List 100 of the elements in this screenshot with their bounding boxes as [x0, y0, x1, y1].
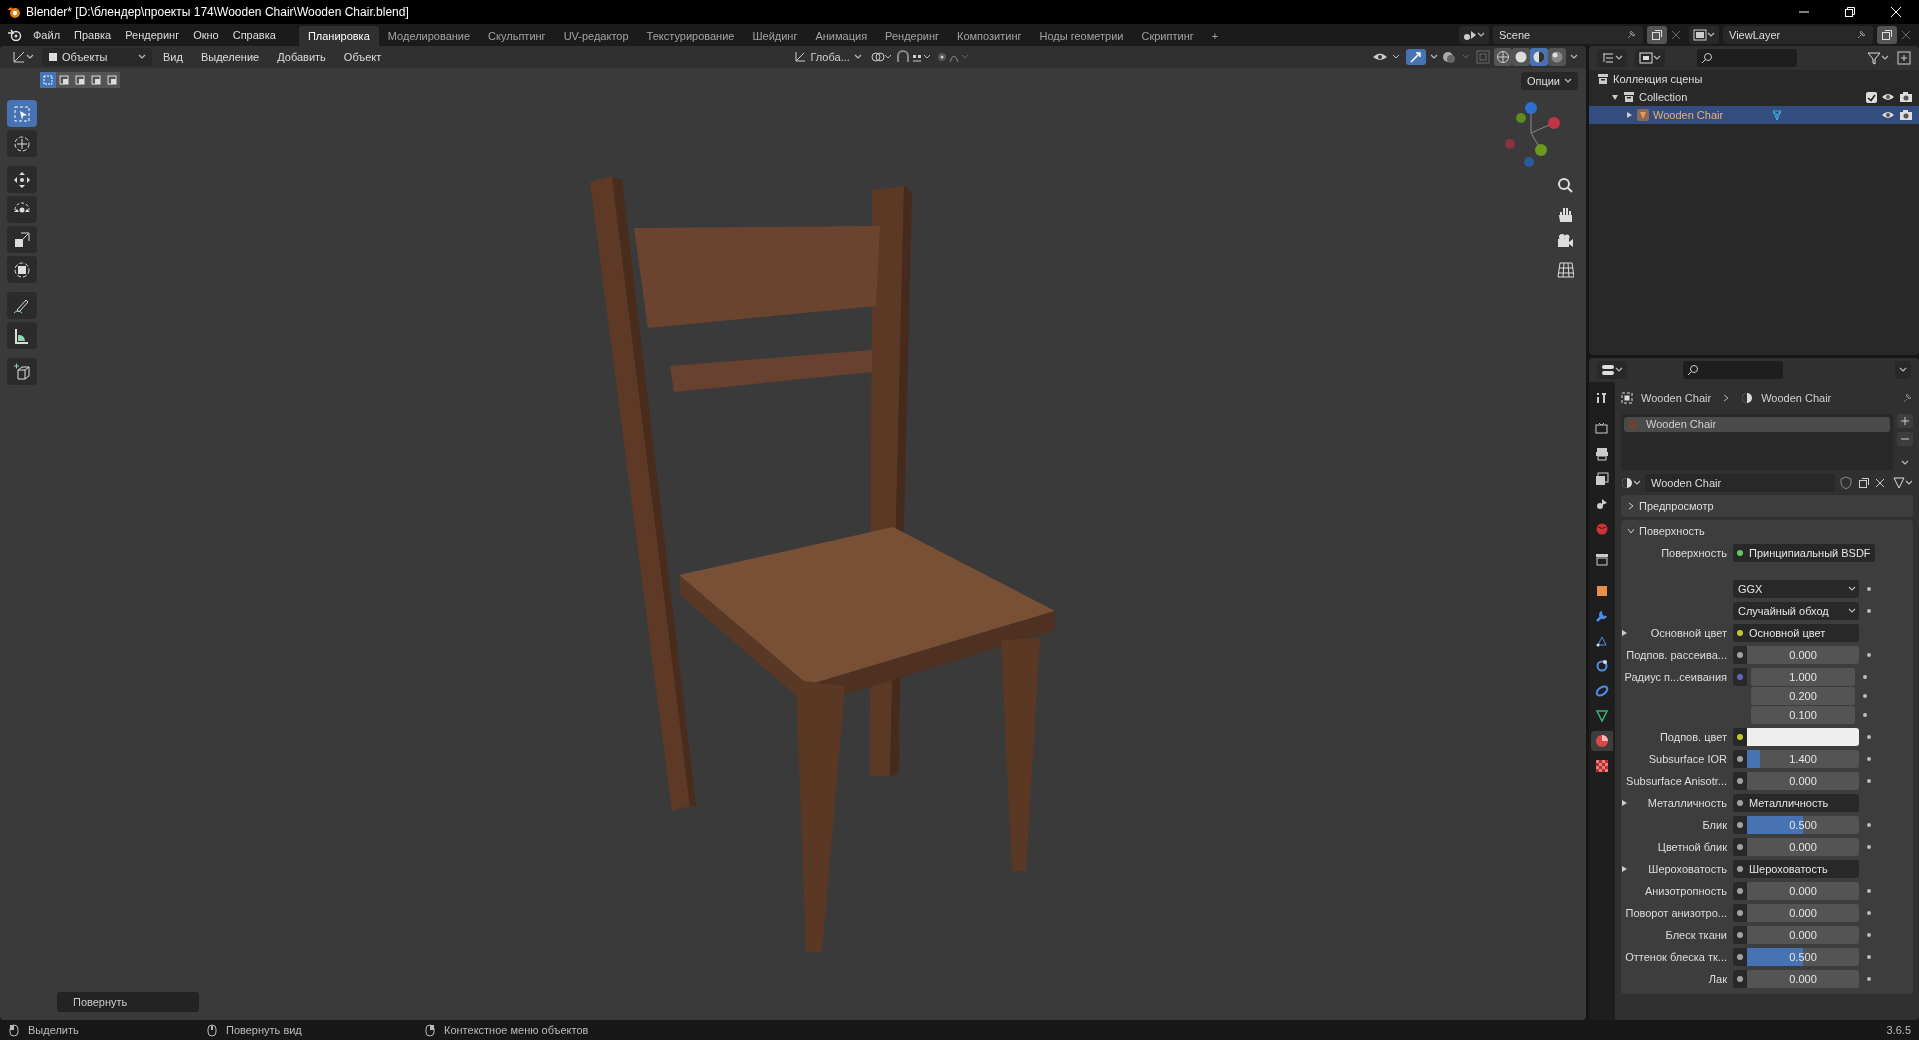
- tree-view-button[interactable]: [1597, 49, 1627, 67]
- menu-item[interactable]: Объект: [336, 48, 389, 66]
- scene-selector[interactable]: [1459, 26, 1489, 44]
- shading-button[interactable]: [1548, 48, 1566, 66]
- select-mode-button[interactable]: [56, 72, 72, 88]
- workspace-tab[interactable]: Скульптинг: [479, 26, 555, 46]
- keyframe-dot[interactable]: [1867, 587, 1871, 591]
- new-button[interactable]: [1877, 26, 1897, 44]
- options-button[interactable]: [1895, 361, 1911, 379]
- number-field[interactable]: 0.000: [1747, 646, 1859, 664]
- workspace-tab[interactable]: Шейдинг: [743, 26, 807, 46]
- material-browse-button[interactable]: [1621, 477, 1641, 489]
- socket-dot[interactable]: [1737, 910, 1743, 916]
- tool-button[interactable]: [7, 256, 37, 283]
- tool-button[interactable]: [7, 358, 37, 385]
- menu-item[interactable]: Файл: [26, 24, 68, 46]
- color-swatch[interactable]: [1747, 728, 1859, 746]
- socket-dot[interactable]: [1737, 888, 1743, 894]
- snap-icon[interactable]: [895, 50, 932, 64]
- shading-button[interactable]: [1494, 48, 1512, 66]
- socket-dot[interactable]: [1737, 630, 1743, 636]
- remove-button[interactable]: [1897, 432, 1913, 446]
- expand-arrow-icon[interactable]: [1611, 93, 1619, 101]
- tool-button[interactable]: [7, 226, 37, 253]
- tool-button[interactable]: [7, 196, 37, 223]
- number-field[interactable]: 0.500: [1747, 948, 1859, 966]
- number-field[interactable]: 0.000: [1747, 970, 1859, 988]
- copy-icon[interactable]: [1857, 476, 1871, 490]
- menu-item[interactable]: Справка: [225, 24, 283, 46]
- workspace-tab[interactable]: Текстурирование: [637, 26, 744, 46]
- keyframe-dot[interactable]: [1867, 653, 1871, 657]
- socket-dot[interactable]: [1737, 756, 1743, 762]
- socket-dot[interactable]: [1737, 866, 1743, 872]
- menu-item[interactable]: Рендеринг: [118, 24, 187, 46]
- dropdown[interactable]: GGX: [1733, 580, 1859, 598]
- view-layer-field[interactable]: ViewLayer: [1723, 26, 1873, 44]
- select-mode-button[interactable]: [104, 72, 120, 88]
- workspace-tab[interactable]: Планировка: [298, 26, 379, 46]
- socket-dot[interactable]: [1737, 932, 1743, 938]
- properties-tab[interactable]: [1591, 731, 1613, 751]
- number-field[interactable]: 0.200: [1751, 687, 1855, 705]
- socket-dot[interactable]: [1737, 778, 1743, 784]
- link-dropdown[interactable]: [1893, 477, 1913, 489]
- pin-icon[interactable]: [1901, 392, 1913, 404]
- keyframe-dot[interactable]: [1867, 977, 1871, 981]
- menu-item[interactable]: Правка: [67, 24, 119, 46]
- menu-item[interactable]: Окно: [186, 24, 226, 46]
- tool-button[interactable]: [7, 166, 37, 193]
- new-button[interactable]: [1647, 26, 1667, 44]
- socket-dot[interactable]: [1737, 550, 1743, 556]
- workspace-tab[interactable]: Рендеринг: [876, 26, 949, 46]
- slot-list[interactable]: Wooden Chair: [1621, 414, 1893, 470]
- workspace-tab[interactable]: Композитинг: [948, 26, 1031, 46]
- panel-header[interactable]: Предпросмотр: [1621, 495, 1913, 517]
- eye-icon[interactable]: [1881, 109, 1895, 121]
- keyframe-dot[interactable]: [1867, 911, 1871, 915]
- keyframe-dot[interactable]: [1863, 675, 1867, 679]
- operator-panel[interactable]: Повернуть: [57, 992, 199, 1012]
- options-dropdown[interactable]: Опции: [1520, 72, 1578, 90]
- workspace-tab[interactable]: Моделирование: [378, 26, 480, 46]
- socket-link-field[interactable]: Шероховатость: [1733, 860, 1859, 878]
- filter-button[interactable]: [1867, 51, 1889, 65]
- number-field[interactable]: 0.000: [1747, 838, 1859, 856]
- keyframe-dot[interactable]: [1867, 757, 1871, 761]
- orientation-dropdown[interactable]: Глоба...: [790, 48, 866, 66]
- number-field[interactable]: 0.000: [1747, 882, 1859, 900]
- keyframe-dot[interactable]: [1867, 779, 1871, 783]
- search-field[interactable]: [1683, 361, 1783, 379]
- filter-display-button[interactable]: [1635, 49, 1665, 67]
- menu-item[interactable]: Выделение: [193, 48, 267, 66]
- number-field[interactable]: 0.500: [1747, 816, 1859, 834]
- panel-header[interactable]: Поверхность: [1621, 520, 1913, 542]
- outliner-item[interactable]: Коллекция сцены: [1613, 70, 1703, 88]
- editor-type-button[interactable]: [1597, 361, 1627, 379]
- socket-dot[interactable]: [1737, 822, 1743, 828]
- search-field[interactable]: [1697, 49, 1797, 67]
- material-name-field[interactable]: Wooden Chair: [1645, 474, 1835, 492]
- expand-arrow-icon[interactable]: [1621, 629, 1628, 637]
- new-collection-icon[interactable]: [1897, 51, 1911, 65]
- tool-button[interactable]: [7, 130, 37, 157]
- tool-button[interactable]: [7, 322, 37, 349]
- socket-dot[interactable]: [1737, 976, 1743, 982]
- socket-dot[interactable]: [1737, 844, 1743, 850]
- workspace-tab[interactable]: Скриптинг: [1132, 26, 1203, 46]
- keyframe-dot[interactable]: [1867, 933, 1871, 937]
- socket-dot[interactable]: [1737, 800, 1743, 806]
- eye-icon[interactable]: [1881, 91, 1895, 103]
- number-field[interactable]: 1.400: [1747, 750, 1859, 768]
- overlay-icon[interactable]: [1442, 50, 1472, 64]
- socket-dot[interactable]: [1737, 734, 1743, 740]
- mode-dropdown[interactable]: Объекты: [42, 48, 152, 66]
- keyframe-dot[interactable]: [1867, 823, 1871, 827]
- select-mode-button[interactable]: [72, 72, 88, 88]
- expand-arrow-icon[interactable]: [1625, 111, 1633, 119]
- menu-item[interactable]: Добавить: [270, 48, 333, 66]
- gizmo-toggle[interactable]: [1406, 49, 1426, 65]
- keyframe-dot[interactable]: [1867, 955, 1871, 959]
- number-field[interactable]: 0.000: [1747, 926, 1859, 944]
- camera-icon[interactable]: [1899, 91, 1913, 103]
- expand-arrow-icon[interactable]: [1621, 865, 1628, 873]
